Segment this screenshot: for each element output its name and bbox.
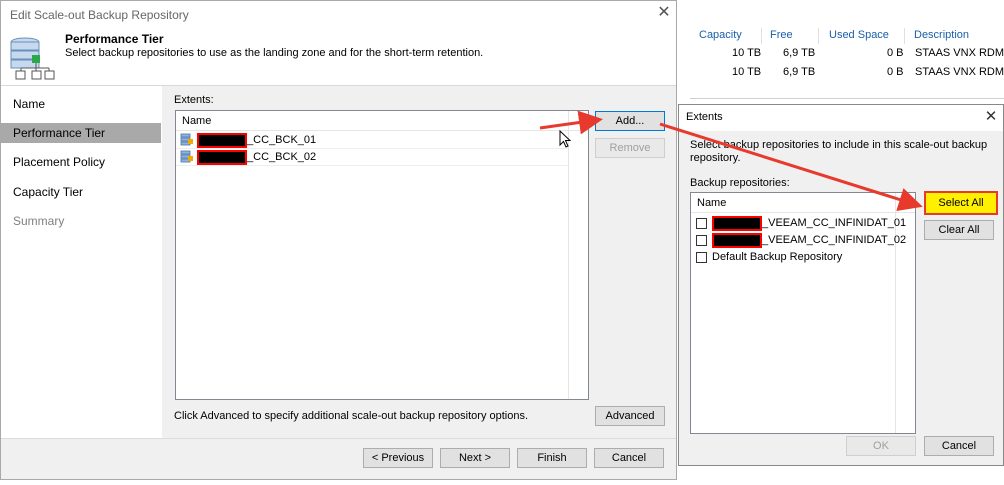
annotation-arrow [659, 122, 923, 212]
annotation-overlay [539, 110, 923, 212]
annotation-arrow [539, 110, 603, 135]
